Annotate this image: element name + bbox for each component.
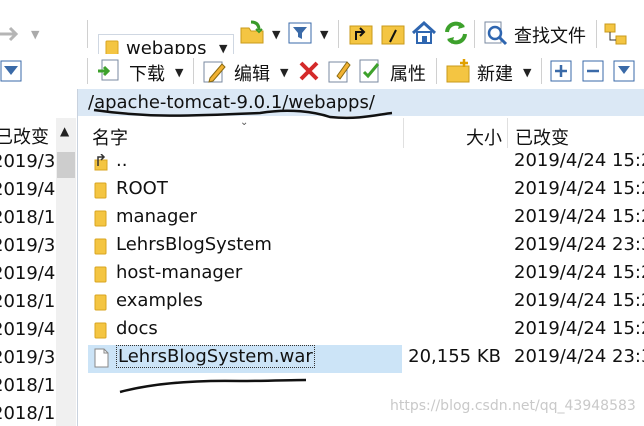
left-pane-date[interactable]: 2018/1	[0, 403, 55, 424]
file-list-row[interactable]: LehrsBlogSystem 2019/4/24 23:3	[88, 233, 644, 261]
left-pane-date[interactable]: 2019/4	[0, 179, 55, 200]
open-folder-icon[interactable]	[239, 20, 265, 50]
tree-view-icon[interactable]	[604, 22, 630, 50]
select-all-icon[interactable]	[613, 60, 635, 86]
file-name: docs	[116, 318, 158, 339]
new-label[interactable]: 新建	[477, 60, 513, 86]
root-folder-icon[interactable]	[380, 22, 406, 50]
filter-icon[interactable]	[288, 22, 312, 48]
file-list-row[interactable]: host-manager 2019/4/24 15:2	[88, 261, 644, 289]
refresh-icon[interactable]	[443, 20, 469, 50]
column-header-modified[interactable]: 已改变	[515, 124, 569, 150]
download-dropdown-icon[interactable]: ▼	[175, 66, 183, 79]
file-modified: 2019/4/24 15:2	[514, 178, 644, 199]
annotation-underline-file	[119, 378, 307, 394]
left-pane-date[interactable]: 2019/3	[0, 235, 55, 256]
file-name: ROOT	[116, 178, 168, 199]
file-icon	[94, 348, 109, 368]
file-list-row[interactable]: docs 2019/4/24 15:2	[88, 317, 644, 345]
file-list-row[interactable]: ROOT 2019/4/24 15:2	[88, 177, 644, 205]
rename-icon[interactable]	[327, 58, 353, 88]
watermark: https://blog.csdn.net/qq_43948583	[390, 398, 636, 414]
properties-icon[interactable]	[358, 58, 384, 88]
folder-icon	[94, 294, 107, 311]
find-files-label[interactable]: 查找文件	[514, 22, 586, 48]
file-toolbar: 下载 ▼ 编辑 ▼ 属性 新建 ▼	[0, 54, 644, 88]
left-pane-date[interactable]: 2019/3	[0, 347, 55, 368]
file-modified: 2019/4/24 23:3	[514, 346, 644, 367]
home-icon[interactable]	[411, 20, 437, 50]
folder-icon	[94, 182, 107, 199]
filter-icon[interactable]	[0, 60, 22, 86]
delete-icon[interactable]	[298, 60, 320, 86]
left-pane-date[interactable]: 2018/1	[0, 375, 55, 396]
file-name: examples	[116, 290, 203, 311]
file-modified: 2019/4/24 15:2	[514, 206, 644, 227]
new-dropdown-icon[interactable]: ▼	[523, 66, 531, 79]
download-icon[interactable]	[96, 58, 122, 88]
left-pane-date[interactable]: 2019/4	[0, 319, 55, 340]
file-modified: 2019/4/24 23:3	[514, 234, 644, 255]
left-pane-date[interactable]: 2019/4	[0, 263, 55, 284]
scrollbar-thumb[interactable]	[57, 152, 75, 178]
minus-icon[interactable]	[582, 60, 604, 86]
file-name: host-manager	[116, 262, 243, 283]
edit-dropdown-icon[interactable]: ▼	[280, 66, 288, 79]
file-list-row[interactable]: examples 2019/4/24 15:2	[88, 289, 644, 317]
find-files-icon[interactable]	[482, 20, 508, 50]
left-column-header-modified[interactable]: 已改变	[0, 123, 55, 149]
file-size: 20,155 KB	[408, 346, 501, 367]
download-label[interactable]: 下载	[129, 60, 165, 86]
filter-dropdown-icon[interactable]: ▼	[320, 28, 328, 41]
forward-dropdown-icon[interactable]: ▼	[31, 28, 39, 41]
file-list-row[interactable]: LehrsBlogSystem.war 20,155 KB 2019/4/24 23…	[88, 345, 644, 373]
file-list-row[interactable]: .. 2019/4/24 15:2	[88, 149, 644, 177]
folder-icon	[94, 210, 107, 227]
left-pane-date[interactable]: 2018/1	[0, 207, 55, 228]
folder-icon	[94, 322, 107, 339]
file-modified: 2019/4/24 15:2	[514, 290, 644, 311]
left-pane-date[interactable]: 2019/3	[0, 151, 55, 172]
scroll-up-icon[interactable]: ▲	[60, 124, 69, 138]
plus-icon[interactable]	[550, 60, 572, 86]
file-name: ..	[116, 150, 128, 171]
open-folder-dropdown-icon[interactable]: ▼	[272, 28, 280, 41]
column-header-size[interactable]: 大小	[466, 124, 502, 150]
file-modified: 2019/4/24 15:2	[514, 150, 644, 171]
new-folder-icon[interactable]	[445, 58, 471, 88]
main-toolbar: ▼ webapps ▼ ▼ ▼ 查找文件	[0, 14, 644, 64]
file-list-row[interactable]: manager 2019/4/24 15:2	[88, 205, 644, 233]
parent-directory-icon	[94, 153, 108, 171]
folder-icon	[94, 266, 107, 283]
parent-folder-icon[interactable]	[348, 22, 374, 50]
left-pane-date[interactable]: 2018/1	[0, 291, 55, 312]
edit-icon[interactable]	[202, 58, 228, 88]
file-name: LehrsBlogSystem.war	[116, 345, 315, 368]
properties-label[interactable]: 属性	[390, 60, 426, 86]
file-name: LehrsBlogSystem	[116, 234, 272, 255]
file-modified: 2019/4/24 15:2	[514, 262, 644, 283]
file-modified: 2019/4/24 15:2	[514, 318, 644, 339]
edit-label[interactable]: 编辑	[234, 60, 270, 86]
left-pane-scrollbar[interactable]: ▲	[56, 118, 76, 426]
forward-arrow-icon[interactable]	[0, 24, 22, 44]
file-name: manager	[116, 206, 197, 227]
folder-icon	[94, 238, 107, 255]
column-header-name[interactable]: 名字	[92, 124, 128, 150]
sort-indicator-icon: ⌄	[240, 117, 249, 128]
